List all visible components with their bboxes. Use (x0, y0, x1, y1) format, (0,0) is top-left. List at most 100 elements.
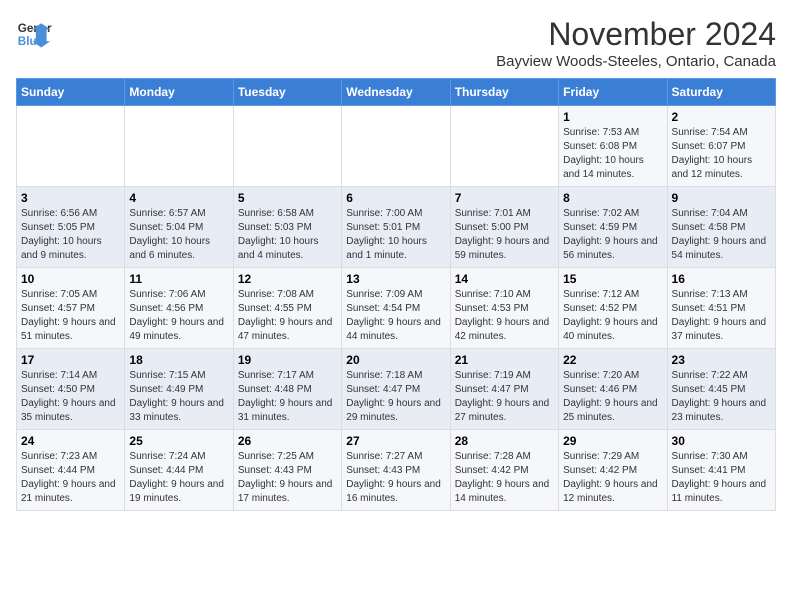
day-number: 16 (672, 272, 771, 286)
header-saturday: Saturday (667, 79, 775, 106)
day-info: Sunrise: 6:57 AM Sunset: 5:04 PM Dayligh… (129, 207, 228, 263)
calendar-cell: 5 Sunrise: 6:58 AM Sunset: 5:03 PM Daylig… (233, 187, 341, 268)
header-sunday: Sunday (17, 79, 125, 106)
day-info: Sunrise: 7:18 AM Sunset: 4:47 PM Dayligh… (346, 369, 445, 425)
calendar-cell: 3 Sunrise: 6:56 AM Sunset: 5:05 PM Daylig… (17, 187, 125, 268)
day-number: 1 (563, 110, 662, 124)
day-number: 23 (672, 353, 771, 367)
calendar-cell: 29 Sunrise: 7:29 AM Sunset: 4:42 PM Dayli… (559, 430, 667, 511)
day-number: 26 (238, 434, 337, 448)
day-number: 11 (129, 272, 228, 286)
title-area: November 2024 Bayview Woods-Steeles, Ont… (496, 16, 776, 70)
logo: General Blue (16, 16, 52, 52)
calendar-cell (450, 106, 558, 187)
calendar-cell: 8Sunrise: 7:02 AM Sunset: 4:59 PM Daylig… (559, 187, 667, 268)
day-number: 25 (129, 434, 228, 448)
day-number: 15 (563, 272, 662, 286)
calendar-cell: 23 Sunrise: 7:22 AM Sunset: 4:45 PM Dayli… (667, 349, 775, 430)
calendar-cell: 4 Sunrise: 6:57 AM Sunset: 5:04 PM Daylig… (125, 187, 233, 268)
calendar-cell: 13Sunrise: 7:09 AM Sunset: 4:54 PM Dayli… (342, 268, 450, 349)
day-number: 4 (129, 191, 228, 205)
day-info: Sunrise: 7:28 AM Sunset: 4:42 PM Dayligh… (455, 450, 554, 506)
day-info: Sunrise: 7:29 AM Sunset: 4:42 PM Dayligh… (563, 450, 662, 506)
calendar-cell: 7 Sunrise: 7:01 AM Sunset: 5:00 PM Daylig… (450, 187, 558, 268)
day-info: Sunrise: 7:20 AM Sunset: 4:46 PM Dayligh… (563, 369, 662, 425)
calendar-cell: 14 Sunrise: 7:10 AM Sunset: 4:53 PM Dayli… (450, 268, 558, 349)
day-info: Sunrise: 7:09 AM Sunset: 4:54 PM Dayligh… (346, 288, 445, 344)
day-info: Sunrise: 7:13 AM Sunset: 4:51 PM Dayligh… (672, 288, 771, 344)
header-wednesday: Wednesday (342, 79, 450, 106)
week-row-2: 10Sunrise: 7:05 AM Sunset: 4:57 PM Dayli… (17, 268, 776, 349)
week-row-1: 3 Sunrise: 6:56 AM Sunset: 5:05 PM Daylig… (17, 187, 776, 268)
day-info: Sunrise: 7:17 AM Sunset: 4:48 PM Dayligh… (238, 369, 337, 425)
calendar-cell: 25 Sunrise: 7:24 AM Sunset: 4:44 PM Dayli… (125, 430, 233, 511)
day-info: Sunrise: 7:27 AM Sunset: 4:43 PM Dayligh… (346, 450, 445, 506)
logo-icon: General Blue (16, 16, 52, 52)
day-info: Sunrise: 7:15 AM Sunset: 4:49 PM Dayligh… (129, 369, 228, 425)
day-info: Sunrise: 7:10 AM Sunset: 4:53 PM Dayligh… (455, 288, 554, 344)
calendar-cell: 16 Sunrise: 7:13 AM Sunset: 4:51 PM Dayli… (667, 268, 775, 349)
day-number: 28 (455, 434, 554, 448)
calendar-cell: 17Sunrise: 7:14 AM Sunset: 4:50 PM Dayli… (17, 349, 125, 430)
day-number: 7 (455, 191, 554, 205)
day-number: 27 (346, 434, 445, 448)
calendar-cell: 21Sunrise: 7:19 AM Sunset: 4:47 PM Dayli… (450, 349, 558, 430)
calendar-cell (125, 106, 233, 187)
day-number: 30 (672, 434, 771, 448)
calendar-cell (342, 106, 450, 187)
day-info: Sunrise: 7:00 AM Sunset: 5:01 PM Dayligh… (346, 207, 445, 263)
calendar-cell (233, 106, 341, 187)
calendar-cell: 9 Sunrise: 7:04 AM Sunset: 4:58 PM Daylig… (667, 187, 775, 268)
day-number: 22 (563, 353, 662, 367)
day-number: 9 (672, 191, 771, 205)
calendar-cell: 6 Sunrise: 7:00 AM Sunset: 5:01 PM Daylig… (342, 187, 450, 268)
day-info: Sunrise: 7:04 AM Sunset: 4:58 PM Dayligh… (672, 207, 771, 263)
day-info: Sunrise: 7:25 AM Sunset: 4:43 PM Dayligh… (238, 450, 337, 506)
day-number: 29 (563, 434, 662, 448)
calendar-cell: 20 Sunrise: 7:18 AM Sunset: 4:47 PM Dayli… (342, 349, 450, 430)
day-number: 21 (455, 353, 554, 367)
day-number: 14 (455, 272, 554, 286)
calendar-cell: 26 Sunrise: 7:25 AM Sunset: 4:43 PM Dayli… (233, 430, 341, 511)
calendar-cell (17, 106, 125, 187)
week-row-0: 1 Sunrise: 7:53 AM Sunset: 6:08 PM Daylig… (17, 106, 776, 187)
calendar-header: SundayMondayTuesdayWednesdayThursdayFrid… (17, 79, 776, 106)
calendar-table: SundayMondayTuesdayWednesdayThursdayFrid… (16, 78, 776, 511)
page-title: November 2024 (496, 16, 776, 53)
day-info: Sunrise: 7:08 AM Sunset: 4:55 PM Dayligh… (238, 288, 337, 344)
day-info: Sunrise: 7:54 AM Sunset: 6:07 PM Dayligh… (672, 126, 771, 182)
day-number: 24 (21, 434, 120, 448)
calendar-cell: 10Sunrise: 7:05 AM Sunset: 4:57 PM Dayli… (17, 268, 125, 349)
calendar-cell: 27 Sunrise: 7:27 AM Sunset: 4:43 PM Dayli… (342, 430, 450, 511)
calendar-cell: 15Sunrise: 7:12 AM Sunset: 4:52 PM Dayli… (559, 268, 667, 349)
header-tuesday: Tuesday (233, 79, 341, 106)
day-info: Sunrise: 6:58 AM Sunset: 5:03 PM Dayligh… (238, 207, 337, 263)
header-monday: Monday (125, 79, 233, 106)
day-number: 20 (346, 353, 445, 367)
day-number: 6 (346, 191, 445, 205)
day-info: Sunrise: 7:22 AM Sunset: 4:45 PM Dayligh… (672, 369, 771, 425)
header: General Blue November 2024 Bayview Woods… (16, 16, 776, 70)
day-number: 5 (238, 191, 337, 205)
day-info: Sunrise: 7:06 AM Sunset: 4:56 PM Dayligh… (129, 288, 228, 344)
day-info: Sunrise: 7:05 AM Sunset: 4:57 PM Dayligh… (21, 288, 120, 344)
header-thursday: Thursday (450, 79, 558, 106)
day-info: Sunrise: 7:01 AM Sunset: 5:00 PM Dayligh… (455, 207, 554, 263)
day-info: Sunrise: 7:30 AM Sunset: 4:41 PM Dayligh… (672, 450, 771, 506)
day-info: Sunrise: 7:24 AM Sunset: 4:44 PM Dayligh… (129, 450, 228, 506)
day-number: 19 (238, 353, 337, 367)
calendar-cell: 18 Sunrise: 7:15 AM Sunset: 4:49 PM Dayli… (125, 349, 233, 430)
week-row-3: 17Sunrise: 7:14 AM Sunset: 4:50 PM Dayli… (17, 349, 776, 430)
calendar-cell: 22 Sunrise: 7:20 AM Sunset: 4:46 PM Dayli… (559, 349, 667, 430)
day-info: Sunrise: 7:53 AM Sunset: 6:08 PM Dayligh… (563, 126, 662, 182)
calendar-cell: 2Sunrise: 7:54 AM Sunset: 6:07 PM Daylig… (667, 106, 775, 187)
calendar-cell: 1 Sunrise: 7:53 AM Sunset: 6:08 PM Daylig… (559, 106, 667, 187)
calendar-cell: 30 Sunrise: 7:30 AM Sunset: 4:41 PM Dayli… (667, 430, 775, 511)
calendar-cell: 12Sunrise: 7:08 AM Sunset: 4:55 PM Dayli… (233, 268, 341, 349)
day-info: Sunrise: 6:56 AM Sunset: 5:05 PM Dayligh… (21, 207, 120, 263)
day-number: 18 (129, 353, 228, 367)
day-info: Sunrise: 7:23 AM Sunset: 4:44 PM Dayligh… (21, 450, 120, 506)
day-number: 3 (21, 191, 120, 205)
calendar-cell: 24 Sunrise: 7:23 AM Sunset: 4:44 PM Dayli… (17, 430, 125, 511)
day-number: 17 (21, 353, 120, 367)
